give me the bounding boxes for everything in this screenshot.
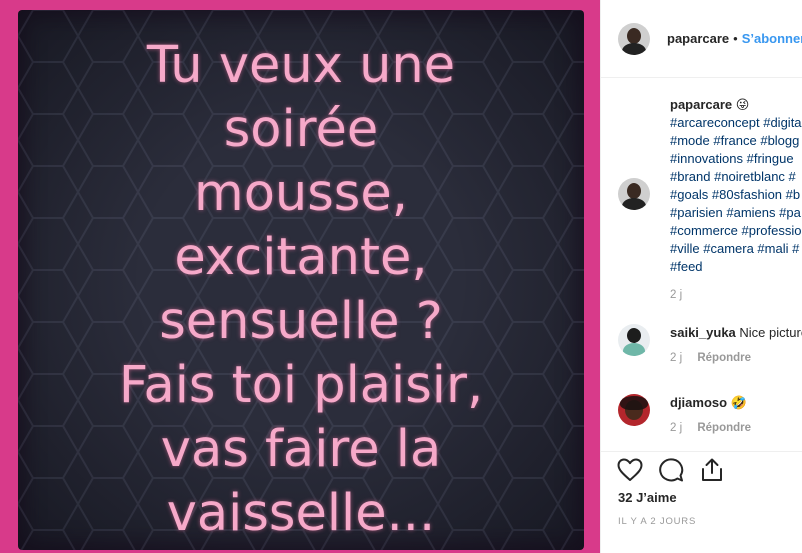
caption: paparcare 😜 #arcareconcept #digita #mode… — [618, 96, 802, 304]
comment-body: djiamoso 🤣 2 j Répondre — [670, 394, 751, 437]
caption-hashtags: #arcareconcept #digita #mode #france #bl… — [670, 114, 802, 276]
author-avatar[interactable] — [618, 22, 650, 55]
hashtag-line[interactable]: #feed — [670, 258, 802, 276]
caption-username[interactable]: paparcare — [670, 97, 732, 112]
quote-line: soirée — [223, 100, 379, 159]
post-header: paparcare • S’abonner — [601, 0, 802, 78]
post-image[interactable]: Tu veux une soirée mousse, excitante, se… — [0, 0, 600, 553]
hashtag-line[interactable]: #goals #80sfashion #b — [670, 186, 802, 204]
quote-line: excitante, — [174, 228, 428, 287]
quote-line: Tu veux une — [146, 36, 456, 95]
hashtag-line[interactable]: #ville #camera #mali # — [670, 240, 802, 258]
quote-line: vaisselle... — [166, 484, 436, 543]
commenter-avatar[interactable] — [618, 394, 650, 426]
hashtag-line[interactable]: #parisien #amiens #pa — [670, 204, 802, 222]
comment-text: Nice picture — [739, 325, 802, 340]
comment-text: 🤣 — [730, 395, 747, 410]
comment-icon[interactable] — [658, 458, 688, 484]
hashtag-line[interactable]: #innovations #fringue — [670, 150, 802, 168]
commenter-avatar[interactable] — [618, 324, 650, 356]
author-username[interactable]: paparcare — [667, 31, 729, 46]
hashtag-line[interactable]: #commerce #professio — [670, 222, 802, 240]
comment-item: djiamoso 🤣 2 j Répondre — [618, 394, 751, 437]
post-actions: 32 J’aime IL Y A 2 JOURS — [601, 451, 802, 553]
quote-line: sensuelle ? — [159, 292, 443, 351]
follow-button[interactable]: S’abonner — [742, 31, 802, 46]
caption-time[interactable]: 2 j — [670, 289, 682, 301]
heart-icon[interactable] — [617, 458, 647, 484]
caption-body: paparcare 😜 #arcareconcept #digita #mode… — [670, 96, 802, 304]
reply-button[interactable]: Répondre — [697, 422, 751, 434]
hashtag-line[interactable]: #mode #france #blogg — [670, 132, 802, 150]
comments-list[interactable]: paparcare 😜 #arcareconcept #digita #mode… — [601, 79, 802, 451]
hashtag-line[interactable]: #brand #noiretblanc # — [670, 168, 802, 186]
share-icon[interactable] — [699, 458, 729, 484]
caption-avatar[interactable] — [618, 178, 650, 210]
post-quote: Tu veux une soirée mousse, excitante, se… — [18, 34, 584, 546]
quote-line: Fais toi plaisir, — [118, 356, 484, 415]
action-icons — [617, 458, 740, 484]
commenter-username[interactable]: saiki_yuka — [670, 325, 736, 340]
caption-emoji: 😜 — [735, 97, 750, 112]
post-sidebar: paparcare • S’abonner paparcare 😜 #arcar… — [600, 0, 802, 553]
commenter-username[interactable]: djiamoso — [670, 395, 727, 410]
quote-line: vas faire la — [160, 420, 442, 479]
like-count[interactable]: 32 J’aime — [618, 490, 677, 505]
quote-line: mousse, — [194, 164, 408, 223]
comment-time[interactable]: 2 j — [670, 422, 682, 434]
reply-button[interactable]: Répondre — [697, 352, 751, 364]
hashtag-line[interactable]: #arcareconcept #digita — [670, 114, 802, 132]
header-separator: • — [733, 31, 738, 46]
post-image-panel: Tu veux une soirée mousse, excitante, se… — [18, 10, 584, 550]
post-timestamp[interactable]: IL Y A 2 JOURS — [618, 516, 696, 527]
comment-time[interactable]: 2 j — [670, 352, 682, 364]
comment-body: saiki_yuka Nice picture 2 j Répondre — [670, 324, 802, 367]
comment-item: saiki_yuka Nice picture 2 j Répondre — [618, 324, 802, 367]
